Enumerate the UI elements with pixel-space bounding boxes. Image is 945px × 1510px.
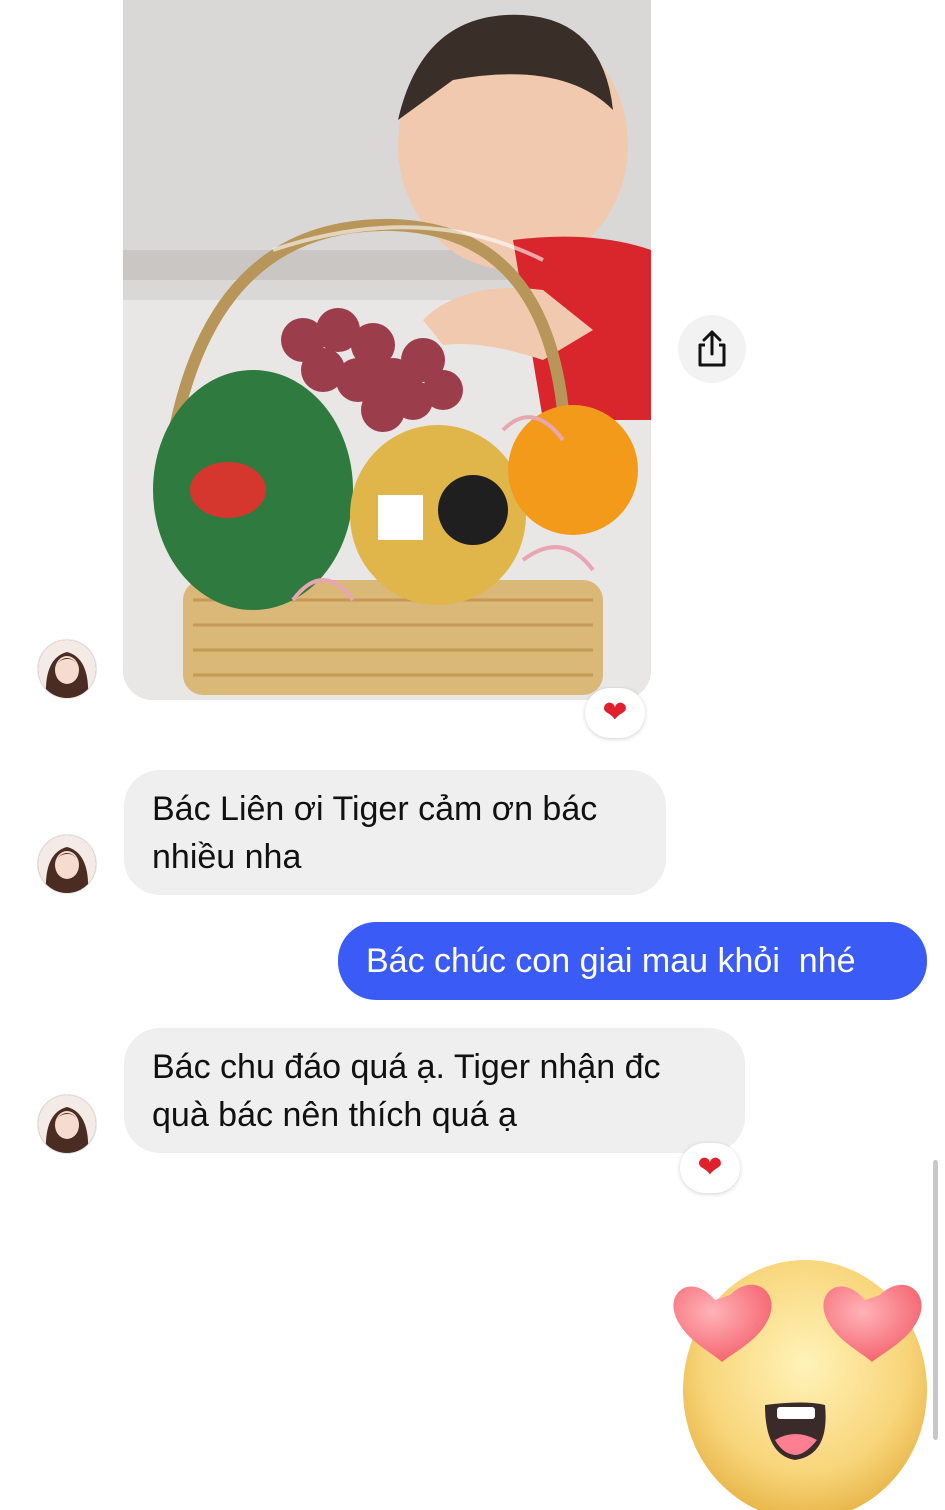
- heart-reaction[interactable]: ❤: [680, 1143, 740, 1193]
- message-bubble-incoming[interactable]: Bác chu đáo quá ạ. Tiger nhận đc quà bác…: [124, 1028, 745, 1153]
- avatar[interactable]: [38, 640, 96, 698]
- heart-icon: ❤: [602, 696, 628, 729]
- heart-reaction[interactable]: ❤: [585, 688, 645, 738]
- photo-message[interactable]: [123, 0, 651, 700]
- avatar-image: [38, 640, 96, 698]
- avatar-image: [38, 835, 96, 893]
- avatar[interactable]: [38, 835, 96, 893]
- avatar-image: [38, 1095, 96, 1153]
- share-icon: [698, 330, 726, 367]
- fruit-basket-photo: [123, 0, 651, 700]
- emoji-graphic: [673, 1260, 927, 1510]
- message-bubble-outgoing[interactable]: Bác chúc con giai mau khỏi nhé: [338, 922, 927, 1000]
- message-text: Bác chúc con giai mau khỏi nhé: [366, 942, 856, 980]
- heart-eyes-emoji-icon[interactable]: [665, 1250, 935, 1510]
- message-text: Bác Liên ơi Tiger cảm ơn bác nhiều nha: [152, 789, 598, 876]
- heart-icon: ❤: [697, 1151, 723, 1184]
- share-button[interactable]: [678, 315, 746, 383]
- message-text: Bác chu đáo quá ạ. Tiger nhận đc quà bác…: [152, 1047, 661, 1134]
- avatar[interactable]: [38, 1095, 96, 1153]
- message-bubble-incoming[interactable]: Bác Liên ơi Tiger cảm ơn bác nhiều nha: [124, 770, 666, 895]
